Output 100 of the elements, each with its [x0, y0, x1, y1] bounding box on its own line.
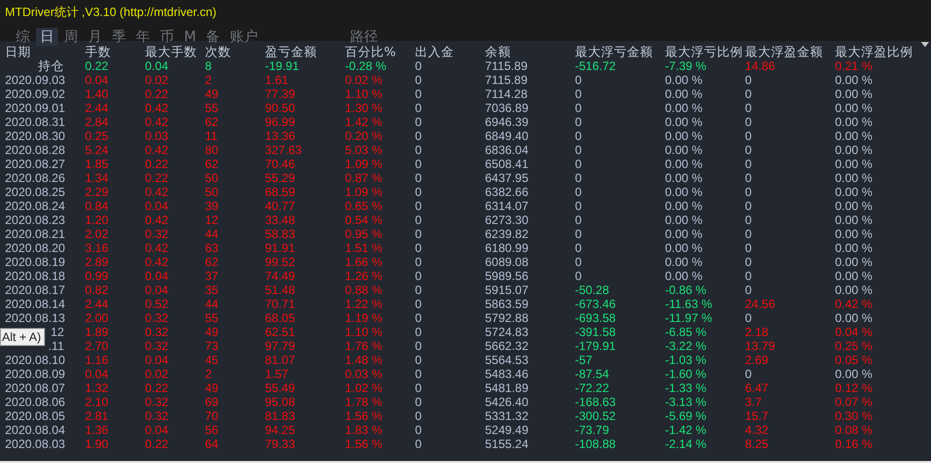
table-cell: 0 — [745, 101, 752, 115]
tab[interactable]: 年 — [132, 28, 154, 46]
table-cell: 55.49 — [265, 381, 296, 395]
date-cell: 2020.08.17 — [5, 283, 66, 297]
table-cell: 0 — [745, 73, 752, 87]
table-cell: 0 — [415, 325, 422, 339]
dropdown-arrow-icon[interactable] — [921, 42, 929, 47]
date-cell: 2020.08.14 — [5, 297, 66, 311]
date-cell: 2020.08.09 — [5, 367, 66, 381]
column-header[interactable]: 出入金 — [415, 45, 454, 59]
table-cell: 0.95 % — [345, 227, 382, 241]
column-header[interactable]: 次数 — [205, 45, 231, 59]
table-cell: 0.00 % — [665, 199, 702, 213]
table-cell: 1.16 — [85, 353, 108, 367]
column-header[interactable]: 最大浮亏比例 — [665, 45, 743, 59]
column-header[interactable]: 盈亏金额 — [265, 45, 317, 59]
table-cell: 0.04 % — [835, 325, 872, 339]
table-cell: -57 — [575, 353, 592, 367]
table-cell: 0 — [415, 101, 422, 115]
table-cell: 5249.49 — [485, 423, 528, 437]
table-cell: 44 — [205, 227, 218, 241]
table-cell: 77.39 — [265, 87, 296, 101]
date-cell: 2020.08.27 — [5, 157, 66, 171]
table-cell: 0.02 — [145, 73, 168, 87]
table-cell: 62 — [205, 157, 218, 171]
tab[interactable]: 季 — [108, 28, 130, 46]
table-cell: 0 — [415, 339, 422, 353]
tab[interactable]: 账户 — [226, 28, 262, 46]
tab[interactable]: 月 — [84, 28, 106, 46]
table-cell: 0 — [415, 423, 422, 437]
table-cell: 1.40 — [85, 87, 108, 101]
table-cell: 0 — [415, 353, 422, 367]
table-cell: 0 — [745, 87, 752, 101]
column-header[interactable]: 百分比% — [345, 45, 396, 59]
table-cell: 6239.82 — [485, 227, 528, 241]
date-cell: 2020.08.18 — [5, 269, 66, 283]
table-cell: 24.56 — [745, 297, 776, 311]
table-cell: 2.89 — [85, 255, 108, 269]
tab[interactable]: M — [180, 28, 200, 46]
table-cell: 1.78 % — [345, 395, 382, 409]
table-cell: 69 — [205, 395, 218, 409]
table-cell: 1.83 % — [345, 423, 382, 437]
tab[interactable]: 币 — [156, 28, 178, 46]
column-header[interactable]: 最大浮盈金额 — [745, 45, 823, 59]
tab[interactable]: 日 — [36, 28, 58, 46]
table-cell: -693.58 — [575, 311, 616, 325]
table-cell: 0 — [415, 157, 422, 171]
table-cell: 70.46 — [265, 157, 296, 171]
table-cell: 1.61 — [265, 73, 288, 87]
column-header[interactable]: 余额 — [485, 45, 511, 59]
column-header[interactable]: 最大浮盈比例 — [835, 45, 913, 59]
tooltip: Alt + A) — [0, 328, 46, 346]
date-cell: 2020.08.06 — [5, 395, 66, 409]
table-cell: 5662.32 — [485, 339, 528, 353]
table-cell: -391.58 — [575, 325, 616, 339]
column-header[interactable]: 最大手数 — [145, 45, 197, 59]
table-cell: 1.02 % — [345, 381, 382, 395]
table-cell: 1.20 — [85, 213, 108, 227]
table-cell: 1.32 — [85, 381, 108, 395]
date-cell: 2020.08.04 — [5, 423, 66, 437]
date-cell: 2020.08.30 — [5, 129, 66, 143]
table-cell: -673.46 — [575, 297, 616, 311]
table-cell: 5.24 — [85, 143, 108, 157]
table-cell: 0 — [415, 283, 422, 297]
table-cell: 0.32 — [145, 227, 168, 241]
table-cell: 0 — [575, 185, 582, 199]
table-cell: 0 — [415, 241, 422, 255]
table-cell: 0 — [575, 157, 582, 171]
table-cell: 0.00 % — [665, 87, 702, 101]
tab[interactable]: 备 — [202, 28, 224, 46]
table-cell: 0 — [575, 199, 582, 213]
column-header[interactable]: 日期 — [5, 45, 31, 59]
table-cell: 1.66 % — [345, 255, 382, 269]
tab[interactable]: 路径 — [346, 28, 382, 46]
table-cell: 3.16 — [85, 241, 108, 255]
table-cell: -1.03 % — [665, 353, 706, 367]
table-cell: 1.51 % — [345, 241, 382, 255]
tab[interactable]: 综 — [12, 28, 34, 46]
table-cell: 5.03 % — [345, 143, 382, 157]
table-cell: -11.63 % — [665, 297, 712, 311]
table-cell: 0.00 % — [835, 311, 872, 325]
table-cell: 51.48 — [265, 283, 296, 297]
table-cell: 13.36 — [265, 129, 296, 143]
table-cell: 1.76 % — [345, 339, 382, 353]
table-cell: 6849.40 — [485, 129, 528, 143]
tab[interactable]: 周 — [60, 28, 82, 46]
table-cell: 0 — [745, 283, 752, 297]
table-cell: 0.05 % — [835, 353, 872, 367]
table-cell: 0 — [415, 59, 422, 73]
table-cell: 1.34 — [85, 171, 108, 185]
table-cell: 0.00 % — [835, 255, 872, 269]
table-cell: 0.00 % — [835, 115, 872, 129]
table-cell: 5481.89 — [485, 381, 528, 395]
table-cell: 2.69 — [745, 353, 768, 367]
date-cell: 2020.09.03 — [5, 73, 66, 87]
table-cell: 1.48 % — [345, 353, 382, 367]
table-cell: 0.00 % — [665, 143, 702, 157]
column-header[interactable]: 最大浮亏金额 — [575, 45, 653, 59]
column-header[interactable]: 手数 — [85, 45, 111, 59]
table-cell: 5724.83 — [485, 325, 528, 339]
